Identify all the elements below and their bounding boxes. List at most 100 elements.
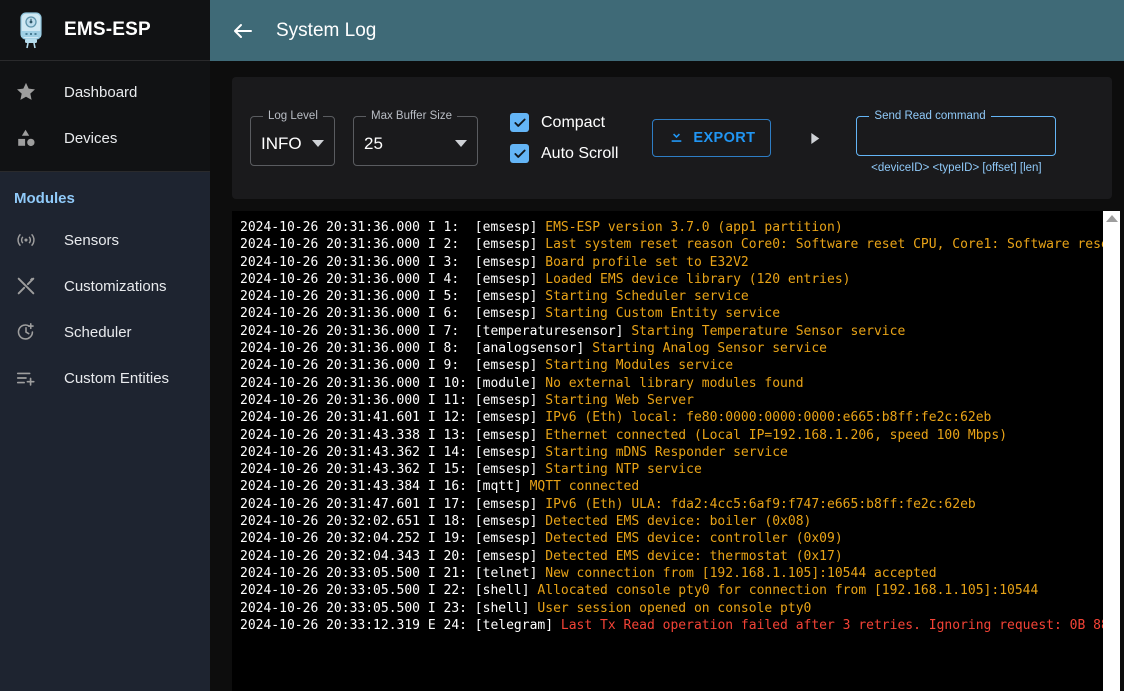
log-line-message: Last system reset reason Core0: Software… xyxy=(545,237,1103,252)
sidebar-section-modules: Modules xyxy=(0,172,210,217)
log-line: 2024-10-26 20:31:36.000 I 8: [analogsens… xyxy=(240,340,1103,357)
send-read-command-field[interactable]: Send Read command <deviceID> <typeID> [o… xyxy=(856,110,1056,166)
clock-plus-icon xyxy=(14,320,38,344)
log-line-prefix: 2024-10-26 20:32:02.651 I 18: [emsesp] xyxy=(240,514,545,529)
chevron-down-icon xyxy=(312,140,324,147)
sidebar-item-sensors[interactable]: Sensors xyxy=(0,217,210,263)
log-line: 2024-10-26 20:31:36.000 I 9: [emsesp] St… xyxy=(240,357,1103,374)
log-line-prefix: 2024-10-26 20:31:43.384 I 16: [mqtt] xyxy=(240,479,530,494)
log-line-message: IPv6 (Eth) local: fe80:0000:0000:0000:e6… xyxy=(545,410,991,425)
sidebar-item-label: Devices xyxy=(64,130,117,147)
log-output[interactable]: 2024-10-26 20:31:36.000 I 1: [emsesp] EM… xyxy=(232,211,1103,691)
log-line-prefix: 2024-10-26 20:31:36.000 I 3: [emsesp] xyxy=(240,255,545,270)
log-level-legend: Log Level xyxy=(263,110,323,122)
log-line-message: Starting Modules service xyxy=(545,358,733,373)
sidebar-item-scheduler[interactable]: Scheduler xyxy=(0,309,210,355)
check-icon xyxy=(510,113,529,132)
log-line-message: Starting Scheduler service xyxy=(545,289,749,304)
log-line-prefix: 2024-10-26 20:31:36.000 I 5: [emsesp] xyxy=(240,289,545,304)
sidebar-modules-nav: Modules Sensors xyxy=(0,172,210,409)
log-line: 2024-10-26 20:31:36.000 I 7: [temperatur… xyxy=(240,323,1103,340)
arrow-left-icon[interactable] xyxy=(228,16,258,46)
log-line: 2024-10-26 20:31:47.601 I 17: [emsesp] I… xyxy=(240,496,1103,513)
sidebar-primary-nav: Dashboard Devices xyxy=(0,61,210,172)
sidebar-item-dashboard[interactable]: Dashboard xyxy=(0,69,210,115)
log-line-prefix: 2024-10-26 20:31:36.000 I 1: [emsesp] xyxy=(240,220,545,235)
log-scrollbar[interactable] xyxy=(1103,211,1120,691)
shapes-icon xyxy=(14,126,38,150)
compact-checkbox[interactable]: Compact xyxy=(510,113,618,132)
log-line-prefix: 2024-10-26 20:31:47.601 I 17: [emsesp] xyxy=(240,497,545,512)
log-level-value: INFO xyxy=(261,134,302,154)
log-line-message: Starting Temperature Sensor service xyxy=(631,324,905,339)
log-line: 2024-10-26 20:31:36.000 I 5: [emsesp] St… xyxy=(240,288,1103,305)
log-line-message: Starting Web Server xyxy=(545,393,694,408)
sidebar-item-label: Customizations xyxy=(64,278,167,295)
log-line-message: Starting Analog Sensor service xyxy=(592,341,827,356)
sidebar-item-label: Sensors xyxy=(64,232,119,249)
max-buffer-legend: Max Buffer Size xyxy=(366,110,457,122)
log-line-prefix: 2024-10-26 20:31:36.000 I 9: [emsesp] xyxy=(240,358,545,373)
export-button[interactable]: EXPORT xyxy=(652,119,771,157)
log-line-prefix: 2024-10-26 20:33:05.500 I 23: [shell] xyxy=(240,601,537,616)
log-line: 2024-10-26 20:31:36.000 I 4: [emsesp] Lo… xyxy=(240,271,1103,288)
log-line-message: New connection from [192.168.1.105]:1054… xyxy=(545,566,936,581)
scroll-up-arrow-icon[interactable] xyxy=(1106,215,1118,222)
log-level-select[interactable]: Log Level INFO xyxy=(250,110,335,166)
log-line: 2024-10-26 20:32:02.651 I 18: [emsesp] D… xyxy=(240,513,1103,530)
sidebar: EMS-ESP Dashboard Devices Modules xyxy=(0,0,210,691)
log-line: 2024-10-26 20:31:36.000 I 10: [module] N… xyxy=(240,375,1103,392)
toolbar-checkboxes: Compact Auto Scroll xyxy=(510,113,618,163)
log-line-prefix: 2024-10-26 20:32:04.252 I 19: [emsesp] xyxy=(240,531,545,546)
log-line-prefix: 2024-10-26 20:31:36.000 I 6: [emsesp] xyxy=(240,306,545,321)
log-line: 2024-10-26 20:31:41.601 I 12: [emsesp] I… xyxy=(240,409,1103,426)
log-line: 2024-10-26 20:31:43.362 I 14: [emsesp] S… xyxy=(240,444,1103,461)
log-line-message: Starting Custom Entity service xyxy=(545,306,780,321)
log-line-message: EMS-ESP version 3.7.0 (app1 partition) xyxy=(545,220,842,235)
log-line-prefix: 2024-10-26 20:33:05.500 I 22: [shell] xyxy=(240,583,537,598)
log-line-prefix: 2024-10-26 20:31:43.362 I 14: [emsesp] xyxy=(240,445,545,460)
log-line: 2024-10-26 20:31:36.000 I 3: [emsesp] Bo… xyxy=(240,254,1103,271)
send-command-legend: Send Read command xyxy=(869,110,990,122)
log-line-message: Board profile set to E32V2 xyxy=(545,255,749,270)
log-line-message: User session opened on console pty0 xyxy=(537,601,811,616)
play-icon[interactable] xyxy=(805,129,824,148)
log-line: 2024-10-26 20:31:43.384 I 16: [mqtt] MQT… xyxy=(240,478,1103,495)
page-header: System Log xyxy=(210,0,1124,61)
auto-scroll-checkbox[interactable]: Auto Scroll xyxy=(510,144,618,163)
page-title: System Log xyxy=(276,20,376,42)
log-line: 2024-10-26 20:33:05.500 I 23: [shell] Us… xyxy=(240,600,1103,617)
send-command-input[interactable] xyxy=(867,130,1045,147)
log-line-message: Ethernet connected (Local IP=192.168.1.2… xyxy=(545,428,1007,443)
star-icon xyxy=(14,80,38,104)
log-line-prefix: 2024-10-26 20:31:43.362 I 15: [emsesp] xyxy=(240,462,545,477)
log-line-prefix: 2024-10-26 20:33:05.500 I 21: [telnet] xyxy=(240,566,545,581)
log-line-prefix: 2024-10-26 20:31:36.000 I 11: [emsesp] xyxy=(240,393,545,408)
log-line: 2024-10-26 20:32:04.252 I 19: [emsesp] D… xyxy=(240,530,1103,547)
log-line: 2024-10-26 20:31:36.000 I 11: [emsesp] S… xyxy=(240,392,1103,409)
main-area: System Log Log Level INFO Max Buffer Siz… xyxy=(210,0,1124,691)
log-line-message: Loaded EMS device library (120 entries) xyxy=(545,272,850,287)
log-line-message: Detected EMS device: boiler (0x08) xyxy=(545,514,811,529)
log-toolbar: Log Level INFO Max Buffer Size 25 xyxy=(232,77,1112,199)
check-icon xyxy=(510,144,529,163)
log-line-message: MQTT connected xyxy=(530,479,640,494)
log-line-message: Starting NTP service xyxy=(545,462,702,477)
sidebar-item-label: Custom Entities xyxy=(64,370,169,387)
brand-header[interactable]: EMS-ESP xyxy=(0,0,210,61)
page-content: Log Level INFO Max Buffer Size 25 xyxy=(210,61,1124,691)
log-line: 2024-10-26 20:31:43.362 I 15: [emsesp] S… xyxy=(240,461,1103,478)
app-root: EMS-ESP Dashboard Devices Modules xyxy=(0,0,1124,691)
max-buffer-size-select[interactable]: Max Buffer Size 25 xyxy=(353,110,478,166)
sidebar-item-customizations[interactable]: Customizations xyxy=(0,263,210,309)
export-label: EXPORT xyxy=(693,130,755,146)
log-line-message: Detected EMS device: controller (0x09) xyxy=(545,531,842,546)
sidebar-item-custom-entities[interactable]: Custom Entities xyxy=(0,355,210,401)
log-line-message: Allocated console pty0 for connection fr… xyxy=(537,583,1038,598)
log-line: 2024-10-26 20:31:36.000 I 1: [emsesp] EM… xyxy=(240,219,1103,236)
sidebar-item-label: Dashboard xyxy=(64,84,137,101)
log-line-prefix: 2024-10-26 20:33:12.319 E 24: [telegram] xyxy=(240,618,561,633)
log-line-message: No external library modules found xyxy=(545,376,803,391)
sidebar-item-devices[interactable]: Devices xyxy=(0,115,210,161)
download-icon xyxy=(668,128,685,149)
